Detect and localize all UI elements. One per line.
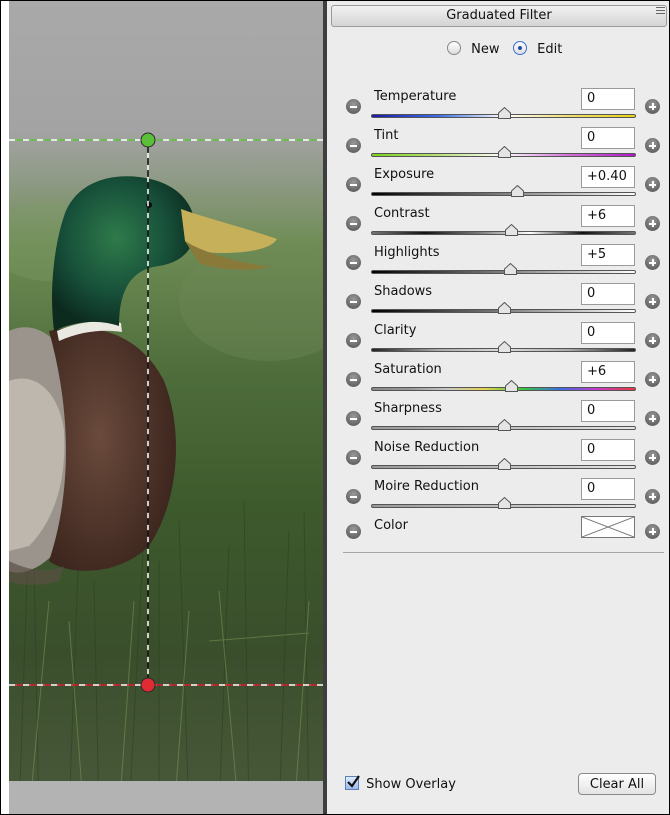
graduated-filter-panel: Graduated Filter New Edit Temperature 0 Ti… [327,1,669,814]
filter-end-pin[interactable] [140,677,156,693]
photo-preview[interactable] [9,1,323,815]
saturation-minus-button[interactable] [346,372,361,387]
exposure-plus-button[interactable] [645,177,660,192]
sharpness-slider-thumb-icon[interactable] [497,419,511,431]
color-swatch[interactable] [581,516,635,538]
mode-new-label: New [471,42,500,57]
clarity-minus-button[interactable] [346,333,361,348]
mode-new[interactable]: New [447,41,500,57]
no-color-icon [581,516,635,538]
color-row: Color [327,512,669,550]
filter-start-pin[interactable] [140,132,156,148]
highlights-slider-thumb-icon[interactable] [504,263,518,275]
noise-reduction-slider-thumb-icon[interactable] [497,458,511,470]
show-overlay-label: Show Overlay [366,777,456,792]
moire-reduction-label: Moire Reduction [374,479,479,494]
moire-reduction-minus-button[interactable] [346,489,361,504]
saturation-slider-thumb-icon[interactable] [505,380,519,392]
contrast-value-field[interactable]: +6 [581,205,635,227]
sharpness-value-field[interactable]: 0 [581,400,635,422]
temperature-slider-thumb-icon[interactable] [497,107,511,119]
sharpness-row: Sharpness 0 [327,399,669,437]
temperature-row: Temperature 0 [327,87,669,125]
color-label: Color [374,518,408,533]
clarity-value-field[interactable]: 0 [581,322,635,344]
contrast-plus-button[interactable] [645,216,660,231]
saturation-label: Saturation [374,362,442,377]
radio-edit-icon[interactable] [513,41,527,55]
contrast-slider-track[interactable] [371,231,636,235]
sharpness-plus-button[interactable] [645,411,660,426]
tint-slider-thumb-icon[interactable] [497,146,511,158]
exposure-label: Exposure [374,167,435,182]
divider-line [343,552,664,553]
photo-canvas-bottom [9,781,323,814]
exposure-value-field[interactable]: +0.40 [581,166,635,188]
exposure-slider-track[interactable] [371,192,636,196]
tint-minus-button[interactable] [346,138,361,153]
tint-label: Tint [374,128,399,143]
graduated-filter-overlay[interactable] [9,1,323,815]
highlights-minus-button[interactable] [346,255,361,270]
clarity-slider-thumb-icon[interactable] [497,341,511,353]
moire-reduction-plus-button[interactable] [645,489,660,504]
lightroom-window: Graduated Filter New Edit Temperature 0 Ti… [0,0,670,815]
moire-reduction-value-field[interactable]: 0 [581,478,635,500]
contrast-label: Contrast [374,206,430,221]
contrast-slider-thumb-icon[interactable] [505,224,519,236]
mode-edit-label: Edit [537,42,563,57]
moire-reduction-row: Moire Reduction 0 [327,477,669,515]
noise-reduction-label: Noise Reduction [374,440,480,455]
shadows-row: Shadows 0 [327,282,669,320]
shadows-minus-button[interactable] [346,294,361,309]
saturation-plus-button[interactable] [645,372,660,387]
shadows-label: Shadows [374,284,433,299]
noise-reduction-plus-button[interactable] [645,450,660,465]
moire-reduction-slider-thumb-icon[interactable] [497,497,511,509]
color-plus-button[interactable] [645,524,660,539]
panel-title: Graduated Filter [331,5,667,27]
highlights-plus-button[interactable] [645,255,660,270]
contrast-minus-button[interactable] [346,216,361,231]
clear-all-button[interactable]: Clear All [578,773,656,795]
mode-edit[interactable]: Edit [513,41,562,57]
tint-row: Tint 0 [327,126,669,164]
shadows-value-field[interactable]: 0 [581,283,635,305]
clarity-row: Clarity 0 [327,321,669,359]
panel-menu-icon[interactable] [656,7,665,15]
temperature-plus-button[interactable] [645,99,660,114]
sharpness-minus-button[interactable] [346,411,361,426]
temperature-minus-button[interactable] [346,99,361,114]
noise-reduction-minus-button[interactable] [346,450,361,465]
noise-reduction-row: Noise Reduction 0 [327,438,669,476]
exposure-minus-button[interactable] [346,177,361,192]
noise-reduction-value-field[interactable]: 0 [581,439,635,461]
contrast-row: Contrast +6 [327,204,669,242]
exposure-row: Exposure +0.40 [327,165,669,203]
clarity-label: Clarity [374,323,417,338]
temperature-value-field[interactable]: 0 [581,88,635,110]
clarity-plus-button[interactable] [645,333,660,348]
saturation-slider-track[interactable] [371,387,636,391]
saturation-row: Saturation +6 [327,360,669,398]
checkbox-checked-icon[interactable] [345,775,360,790]
exposure-slider-thumb-icon[interactable] [510,185,524,197]
tint-value-field[interactable]: 0 [581,127,635,149]
highlights-label: Highlights [374,245,440,260]
tint-plus-button[interactable] [645,138,660,153]
sharpness-label: Sharpness [374,401,442,416]
radio-new-icon[interactable] [447,41,461,55]
saturation-value-field[interactable]: +6 [581,361,635,383]
color-minus-button[interactable] [346,524,361,539]
highlights-row: Highlights +5 [327,243,669,281]
temperature-label: Temperature [374,89,457,104]
shadows-slider-thumb-icon[interactable] [497,302,511,314]
show-overlay-toggle[interactable]: Show Overlay [345,775,456,792]
shadows-plus-button[interactable] [645,294,660,309]
highlights-value-field[interactable]: +5 [581,244,635,266]
